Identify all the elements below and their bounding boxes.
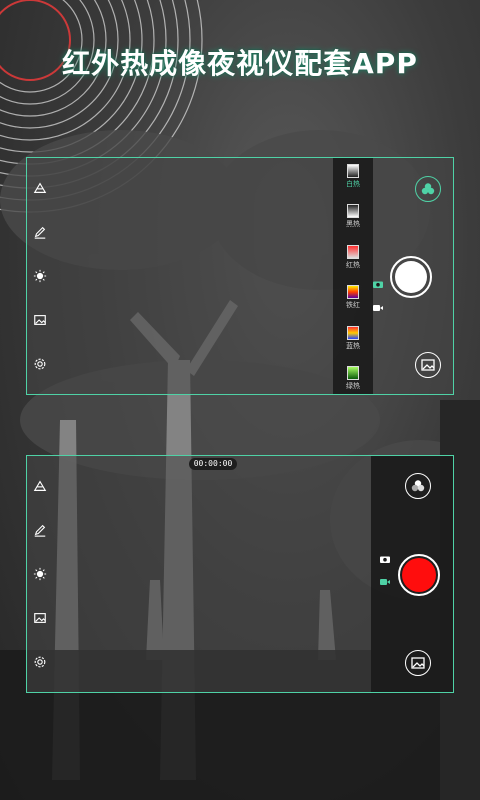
camera-icon[interactable] xyxy=(380,548,390,563)
video-icon[interactable] xyxy=(373,297,383,311)
palette-label: 铁红 xyxy=(346,301,360,310)
gallery-button[interactable] xyxy=(415,352,441,378)
app-headline: 红外热成像夜视仪配套APP xyxy=(62,47,418,80)
edit-icon[interactable] xyxy=(32,522,48,538)
palette-label: 红热 xyxy=(346,260,360,269)
color-palette-list: 白热 黑热 红热 铁红 蓝热 绿热 xyxy=(333,158,373,394)
palette-button[interactable] xyxy=(415,176,441,202)
palette-swatch xyxy=(347,164,359,178)
left-toolbar xyxy=(27,158,53,394)
record-inner xyxy=(402,558,436,592)
gallery-picture-icon[interactable] xyxy=(32,312,48,328)
recording-timer: 00:00:00 xyxy=(189,458,237,470)
video-mode-screen xyxy=(26,455,454,693)
gallery-picture-icon[interactable] xyxy=(32,610,48,626)
photo-shutter-button[interactable] xyxy=(390,256,432,298)
settings-icon[interactable] xyxy=(32,654,48,670)
record-button[interactable] xyxy=(398,554,440,596)
calibrate-icon[interactable] xyxy=(32,478,48,494)
photo-mode-screen: 白热 黑热 红热 铁红 蓝热 绿热 xyxy=(26,157,454,395)
settings-icon[interactable] xyxy=(32,356,48,372)
palette-white-hot[interactable]: 白热 xyxy=(346,164,360,188)
edit-icon[interactable] xyxy=(32,224,48,240)
brightness-icon[interactable] xyxy=(32,566,48,582)
palette-swatch xyxy=(347,204,359,219)
palette-swatch xyxy=(347,325,359,340)
camera-controls xyxy=(371,456,453,692)
palette-label: 白热 xyxy=(346,180,360,188)
palette-blue-hot[interactable]: 蓝热 xyxy=(346,325,360,350)
left-toolbar xyxy=(27,456,53,692)
palette-swatch xyxy=(347,285,359,300)
palette-green-hot[interactable]: 绿热 xyxy=(346,365,360,390)
shutter-inner xyxy=(395,261,427,293)
calibrate-icon[interactable] xyxy=(32,180,48,196)
camera-icon[interactable] xyxy=(373,273,383,288)
palette-red-hot[interactable]: 红热 xyxy=(346,244,360,269)
palette-iron-red[interactable]: 铁红 xyxy=(346,285,360,309)
gallery-button[interactable] xyxy=(405,650,431,676)
palette-swatch xyxy=(347,365,359,380)
palette-black-hot[interactable]: 黑热 xyxy=(346,204,360,228)
palette-label: 绿热 xyxy=(346,381,360,390)
camera-controls xyxy=(371,158,453,394)
video-icon[interactable] xyxy=(380,571,390,585)
palette-label: 黑热 xyxy=(346,220,360,229)
palette-label: 蓝热 xyxy=(346,341,360,350)
palette-swatch xyxy=(347,244,359,259)
brightness-icon[interactable] xyxy=(32,268,48,284)
palette-button[interactable] xyxy=(405,473,431,499)
